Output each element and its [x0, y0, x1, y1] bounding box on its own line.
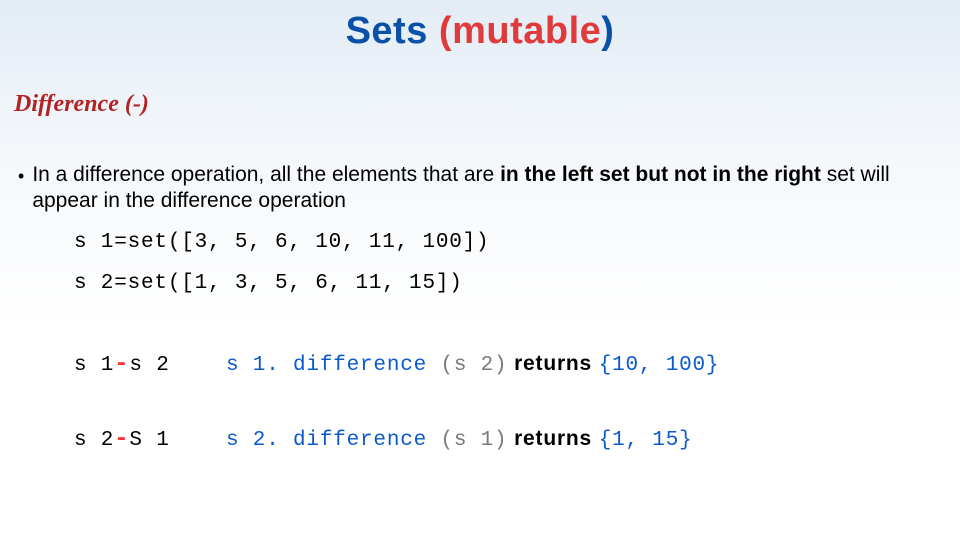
- slide: Sets (mutable) Difference (-) • In a dif…: [0, 0, 960, 540]
- bullet-text: In a difference operation, all the eleme…: [32, 162, 938, 215]
- example2-rhs: s 2. difference (s 1) returns {1, 15}: [226, 427, 693, 452]
- expr2-lhs-a: s 2: [74, 429, 114, 452]
- expr1-lhs-a: s 1: [74, 354, 114, 377]
- expr-s1-minus-s2: s 1-s 2: [74, 351, 226, 378]
- expr1-lhs-b: s 2: [129, 354, 169, 377]
- code-line-s2: s 2=set([1, 3, 5, 6, 11, 15]): [74, 272, 948, 295]
- expr-s2-minus-s1: s 2-S 1: [74, 426, 226, 453]
- method-arg-1: (s 2): [440, 354, 507, 377]
- example-row-2: s 2-S 1 s 2. difference (s 1) returns {1…: [74, 426, 948, 453]
- bullet-marker: •: [18, 166, 24, 188]
- slide-title: Sets (mutable): [12, 0, 948, 53]
- method-call-2: s 2. difference: [226, 429, 440, 452]
- returns-label-2: returns: [507, 427, 598, 450]
- minus-icon: -: [114, 426, 129, 453]
- method-call-1: s 1. difference: [226, 354, 440, 377]
- title-word-sets: Sets: [346, 10, 439, 52]
- code-line-s1: s 1=set([3, 5, 6, 10, 11, 100]): [74, 231, 948, 254]
- example1-rhs: s 1. difference (s 2) returns {10, 100}: [226, 352, 719, 377]
- title-open-paren: (: [439, 10, 452, 52]
- bullet-item: • In a difference operation, all the ele…: [18, 162, 938, 215]
- section-heading: Difference (-): [14, 91, 948, 118]
- expr2-lhs-b: S 1: [129, 429, 169, 452]
- method-arg-2: (s 1): [440, 429, 507, 452]
- result-1: {10, 100}: [599, 354, 720, 377]
- minus-icon: -: [114, 351, 129, 378]
- title-close-paren: ): [601, 10, 614, 52]
- example-row-1: s 1-s 2 s 1. difference (s 2) returns {1…: [74, 351, 948, 378]
- returns-label-1: returns: [507, 352, 598, 375]
- bullet-bold: in the left set but not in the right: [500, 163, 821, 186]
- title-mutable: mutable: [452, 10, 601, 52]
- result-2: {1, 15}: [599, 429, 693, 452]
- bullet-pre: In a difference operation, all the eleme…: [32, 163, 500, 186]
